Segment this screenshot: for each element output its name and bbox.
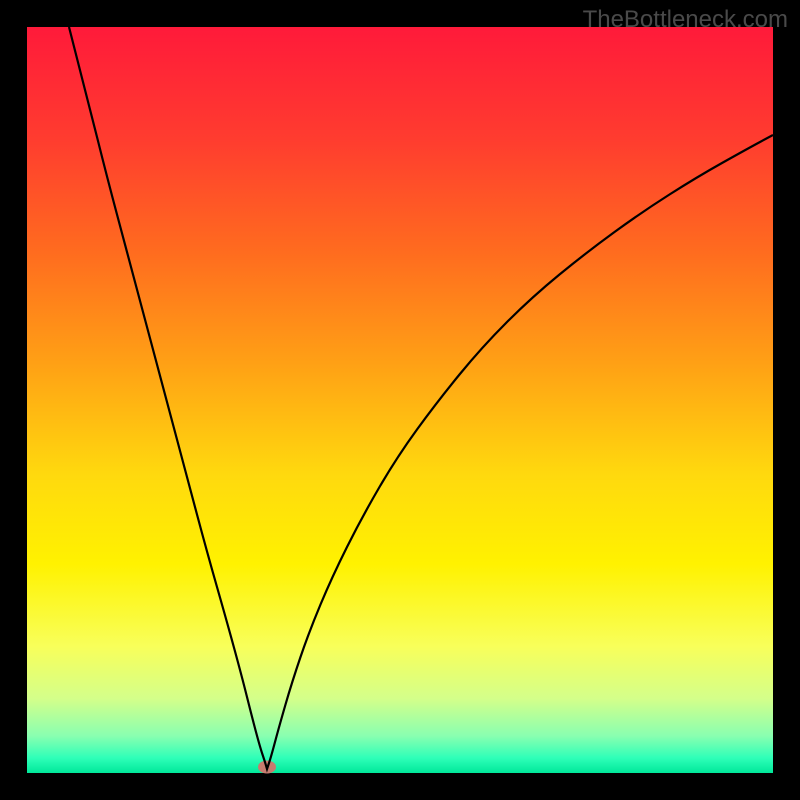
watermark-text: TheBottleneck.com xyxy=(583,6,788,34)
chart-container xyxy=(27,27,773,773)
curve-plot xyxy=(27,27,773,773)
